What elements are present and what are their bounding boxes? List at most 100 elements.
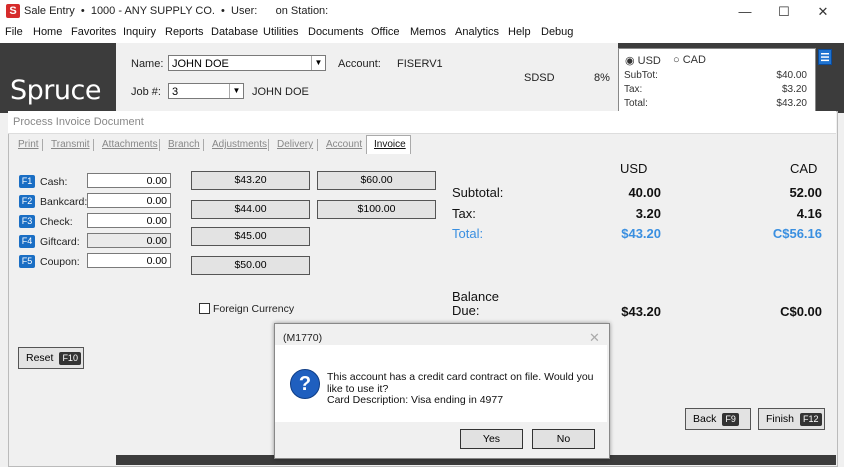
tab-separator <box>159 139 160 151</box>
amount-button-45[interactable]: $45.00 <box>191 227 310 246</box>
check-input[interactable]: 0.00 <box>87 213 171 228</box>
tab-account[interactable]: Account <box>326 139 362 150</box>
bankcard-input[interactable]: 0.00 <box>87 193 171 208</box>
maximize-button[interactable]: ☐ <box>766 0 802 23</box>
tab-separator <box>268 139 269 151</box>
menu-file[interactable]: File <box>5 26 23 38</box>
menu-home[interactable]: Home <box>33 26 62 38</box>
close-button[interactable]: ✕ <box>805 0 841 23</box>
coupon-label: Coupon: <box>40 256 80 268</box>
cad-radio[interactable]: ○ CAD <box>673 54 706 66</box>
account-value: FISERV1 <box>397 58 443 70</box>
menu-help[interactable]: Help <box>508 26 531 38</box>
tab-print[interactable]: Print <box>18 139 39 150</box>
finish-button[interactable]: Finish F12 <box>758 408 825 430</box>
f12-key-badge: F12 <box>800 413 822 426</box>
chevron-down-icon[interactable]: ▼ <box>311 56 325 70</box>
tab-separator <box>93 139 94 151</box>
menu-debug[interactable]: Debug <box>541 26 573 38</box>
menu-memos[interactable]: Memos <box>410 26 446 38</box>
tax-cad: 4.16 <box>796 206 822 221</box>
reset-label: Reset <box>26 352 54 364</box>
total-value: $43.20 <box>776 98 807 109</box>
window-title: Sale Entry • 1000 - ANY SUPPLY CO. • Use… <box>24 5 329 17</box>
job-combo[interactable]: 3 ▼ <box>168 83 244 99</box>
job-name: JOHN DOE <box>252 86 309 98</box>
total-label: Total: <box>624 98 648 109</box>
subtot-value: $40.00 <box>776 70 807 81</box>
balance-usd: $43.20 <box>621 304 661 319</box>
question-icon: ? <box>290 369 320 399</box>
menu-analytics[interactable]: Analytics <box>455 26 499 38</box>
reset-button[interactable]: Reset F10 <box>18 347 84 369</box>
usd-radio[interactable]: ◉ USD <box>625 54 661 67</box>
check-label: Check: <box>40 216 73 228</box>
total-cad: C$56.16 <box>772 226 822 241</box>
dialog-message-line1: This account has a credit card contract … <box>327 371 594 383</box>
dialog-body <box>275 345 607 422</box>
amount-button-44[interactable]: $44.00 <box>191 200 310 219</box>
name-value: JOHN DOE <box>172 58 229 70</box>
foreign-currency-checkbox[interactable] <box>199 303 210 314</box>
balance-label: Balance <box>452 289 499 304</box>
amount-button-100[interactable]: $100.00 <box>317 200 436 219</box>
tab-adjustments[interactable]: Adjustments <box>212 139 267 150</box>
menu-inquiry[interactable]: Inquiry <box>123 26 156 38</box>
tab-branch[interactable]: Branch <box>168 139 200 150</box>
finish-label: Finish <box>766 413 795 425</box>
tax-usd: 3.20 <box>635 206 661 221</box>
menu-reports[interactable]: Reports <box>165 26 204 38</box>
name-combo[interactable]: JOHN DOE ▼ <box>168 55 326 71</box>
f1-key-badge: F1 <box>19 175 35 188</box>
f4-key-badge: F4 <box>19 235 35 248</box>
tab-delivery[interactable]: Delivery <box>277 139 313 150</box>
currency-summary: ◉ USD ○ CAD SubTot: $40.00 Tax: $3.20 To… <box>618 48 816 116</box>
hamburger-menu-icon[interactable] <box>818 49 832 65</box>
tax-rate: 8% <box>594 72 610 84</box>
menu-database[interactable]: Database <box>211 26 258 38</box>
menu-utilities[interactable]: Utilities <box>263 26 298 38</box>
amount-button-60[interactable]: $60.00 <box>317 171 436 190</box>
tab-attachments[interactable]: Attachments <box>102 139 158 150</box>
dialog-title: (M1770) <box>283 332 323 344</box>
back-button[interactable]: Back F9 <box>685 408 751 430</box>
menu-office[interactable]: Office <box>371 26 400 38</box>
cash-input[interactable]: 0.00 <box>87 173 171 188</box>
subtot-label: SubTot: <box>624 70 658 81</box>
cash-label: Cash: <box>40 176 68 188</box>
name-label: Name: <box>131 58 164 70</box>
total-usd: $43.20 <box>621 226 661 241</box>
subtotal-label: Subtotal: <box>452 185 504 200</box>
grand-total-label: Total: <box>452 226 484 241</box>
yes-button[interactable]: Yes <box>460 429 523 449</box>
menu-documents[interactable]: Documents <box>308 26 364 38</box>
tab-invoice[interactable]: Invoice <box>374 139 406 150</box>
f3-key-badge: F3 <box>19 215 35 228</box>
foreign-currency-label: Foreign Currency <box>213 303 295 315</box>
subtotal-cad: 52.00 <box>789 185 822 200</box>
chevron-down-icon[interactable]: ▼ <box>229 84 243 98</box>
spruce-logo: Spruce <box>10 75 101 106</box>
minimize-button[interactable]: — <box>727 0 763 23</box>
amount-button-50[interactable]: $50.00 <box>191 256 310 275</box>
tab-transmit[interactable]: Transmit <box>51 139 90 150</box>
f5-key-badge: F5 <box>19 255 35 268</box>
due-label: Due: <box>452 303 480 318</box>
account-label: Account: <box>338 58 381 70</box>
back-label: Back <box>693 413 717 425</box>
giftcard-input[interactable]: 0.00 <box>87 233 171 248</box>
tab-separator <box>203 139 204 151</box>
tax-value: $3.20 <box>781 84 807 95</box>
f2-key-badge: F2 <box>19 195 35 208</box>
dialog-close-icon[interactable]: ✕ <box>589 330 600 346</box>
job-value: 3 <box>172 86 179 98</box>
coupon-input[interactable]: 0.00 <box>87 253 171 268</box>
dialog-card-description: Card Description: Visa ending in 4977 <box>327 394 504 406</box>
menu-favorites[interactable]: Favorites <box>71 26 116 38</box>
job-label: Job #: <box>131 86 161 98</box>
tax-label: Tax: <box>624 84 643 95</box>
amount-button-43-20[interactable]: $43.20 <box>191 171 310 190</box>
no-button[interactable]: No <box>532 429 595 449</box>
tax-total-label: Tax: <box>452 206 476 221</box>
bankcard-label: Bankcard: <box>40 196 88 208</box>
